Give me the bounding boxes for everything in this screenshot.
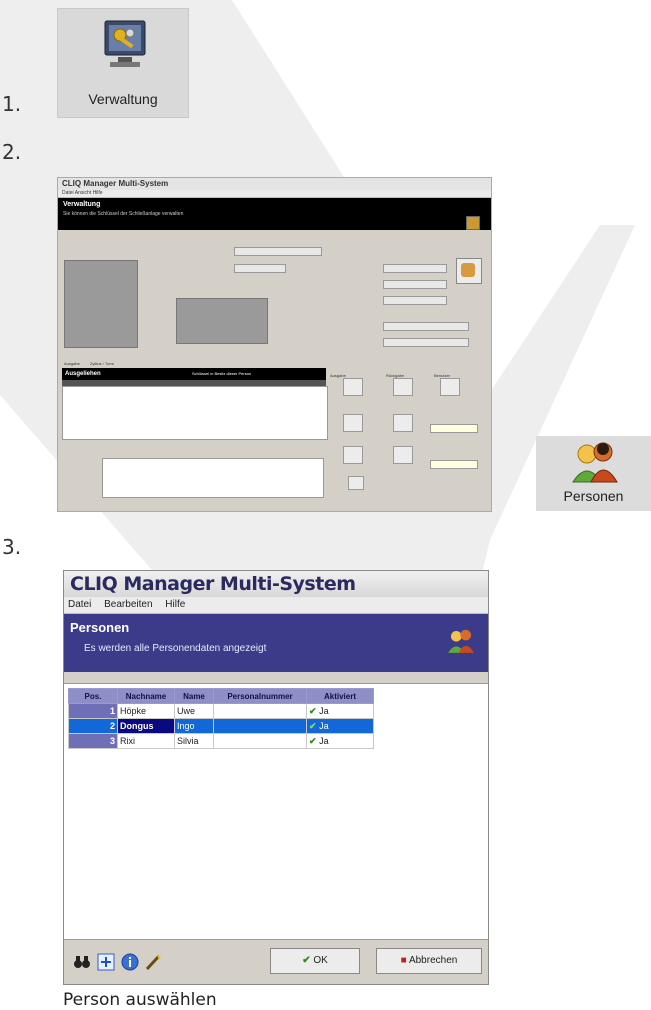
- keys-list[interactable]: [62, 386, 328, 440]
- personal-number-field[interactable]: [234, 264, 286, 273]
- window-title: CLIQ Manager Multi-System: [64, 571, 488, 597]
- cell-aktiviert: ✔ Ja: [306, 703, 374, 719]
- tab-zyklus[interactable]: Zyklus / Turm: [90, 361, 114, 366]
- info-icon[interactable]: [120, 952, 140, 972]
- column-aktiviert[interactable]: Aktiviert: [306, 688, 374, 704]
- menu-bar: Datei Bearbeiten Hilfe: [64, 597, 488, 614]
- cell-nachname: Rixi: [117, 733, 175, 749]
- screenshot-banner-title: Verwaltung: [63, 201, 101, 208]
- cell-name: Silvia: [174, 733, 214, 749]
- cancel-button-label: Abbrechen: [408, 955, 458, 966]
- cell-personalnummer: [213, 718, 307, 734]
- aktiviert-value: Ja: [319, 735, 329, 746]
- return-key-button[interactable]: [393, 378, 413, 396]
- list-title: Ausgeliehen: [65, 371, 101, 377]
- calendar-button-a[interactable]: [343, 414, 363, 432]
- personen-banner: Personen Es werden alle Personendaten an…: [64, 614, 488, 672]
- menu-bearbeiten[interactable]: Bearbeiten: [104, 599, 152, 610]
- step-number-1: 1.: [2, 92, 22, 116]
- banner-subtitle: Es werden alle Personendaten angezeigt: [84, 643, 267, 654]
- cell-pos: 1: [68, 703, 118, 719]
- cell-nachname: Dongus: [117, 718, 175, 734]
- cancel-button[interactable]: ■ Abbrechen: [376, 948, 482, 974]
- personen-tile[interactable]: Personen: [536, 436, 651, 511]
- personen-window: CLIQ Manager Multi-System Datei Bearbeit…: [63, 570, 489, 985]
- cell-personalnummer: [213, 733, 307, 749]
- return-key-button-b[interactable]: [393, 414, 413, 432]
- screenshot-title: CLIQ Manager Multi-System: [58, 178, 491, 190]
- people-icon: [572, 442, 618, 483]
- date-field-b[interactable]: [430, 460, 478, 469]
- note-textarea[interactable]: [102, 458, 324, 498]
- calendar-button-b[interactable]: [343, 446, 363, 464]
- search-key-button[interactable]: [393, 446, 413, 464]
- cell-name: Ingo: [174, 718, 214, 734]
- verwaltung-tile[interactable]: Verwaltung: [57, 8, 189, 118]
- person-field-e[interactable]: [383, 338, 469, 347]
- table-header-row: Pos. Nachname Name Personalnummer Aktivi…: [68, 688, 374, 704]
- table-row[interactable]: 3 Rixi Silvia ✔ Ja: [68, 733, 374, 749]
- screenshot-banner-subtitle: Sie können die Schlüssel der Schließanla…: [63, 211, 184, 217]
- cell-pos: 3: [68, 733, 118, 749]
- people-icon: [448, 629, 474, 653]
- column-personalnummer[interactable]: Personalnummer: [213, 688, 307, 704]
- person-field-c[interactable]: [383, 296, 447, 305]
- add-icon[interactable]: [96, 952, 116, 972]
- step-number-2: 2.: [2, 140, 22, 164]
- binoculars-icon[interactable]: [72, 952, 92, 972]
- cell-name: Uwe: [174, 703, 214, 719]
- personen-label: Personen: [563, 488, 624, 504]
- banner-title: Personen: [70, 620, 130, 635]
- column-pos[interactable]: Pos.: [68, 688, 118, 704]
- issue-key-button[interactable]: [343, 378, 363, 396]
- cancel-icon: ■: [400, 955, 407, 966]
- photo-placeholder: [64, 260, 138, 348]
- list-right-label: Schlüssel in Besitz dieser Person: [192, 371, 252, 376]
- refresh-button[interactable]: [348, 476, 364, 490]
- ok-button[interactable]: ✔ OK: [270, 948, 360, 974]
- menu-hilfe[interactable]: Hilfe: [165, 599, 185, 610]
- cell-aktiviert: ✔ Ja: [306, 718, 374, 734]
- table-row-selected[interactable]: 2 Dongus Ingo ✔ Ja: [68, 718, 374, 734]
- checkmark-icon: ✔: [309, 735, 317, 746]
- wand-icon[interactable]: [144, 952, 164, 972]
- step-number-3: 3.: [2, 535, 22, 559]
- tab-ausgabe[interactable]: Ausgabe: [64, 361, 80, 366]
- person-photo-button[interactable]: [456, 258, 482, 284]
- verwaltung-screenshot: CLIQ Manager Multi-System Datei Ansicht …: [57, 177, 492, 512]
- cell-pos: 2: [68, 718, 118, 734]
- signature-placeholder: [176, 298, 268, 344]
- cell-nachname: Höpke: [117, 703, 175, 719]
- ok-button-label: OK: [313, 955, 328, 966]
- cell-aktiviert: ✔ Ja: [306, 733, 374, 749]
- persons-grid-area[interactable]: Pos. Nachname Name Personalnummer Aktivi…: [64, 683, 488, 942]
- menu-datei[interactable]: Datei: [68, 599, 91, 610]
- person-field-a[interactable]: [383, 264, 447, 273]
- date-field-a[interactable]: [430, 424, 478, 433]
- column-name[interactable]: Name: [174, 688, 214, 704]
- checkmark-icon: ✔: [309, 705, 317, 716]
- person-field-b[interactable]: [383, 280, 447, 289]
- screenshot-banner: Verwaltung Sie können die Schlüssel der …: [58, 198, 491, 230]
- table-row[interactable]: 1 Höpke Uwe ✔ Ja: [68, 703, 374, 719]
- name-field[interactable]: [234, 247, 322, 256]
- person-field-d[interactable]: [383, 322, 469, 331]
- checkmark-icon: ✔: [302, 955, 311, 966]
- persons-table[interactable]: Pos. Nachname Name Personalnummer Aktivi…: [68, 688, 374, 749]
- list-header: Ausgeliehen Schlüssel in Besitz dieser P…: [62, 368, 326, 380]
- aktiviert-value: Ja: [319, 705, 329, 716]
- monitor-keys-icon: [104, 20, 146, 67]
- caption: Person auswählen: [63, 990, 217, 1010]
- banner-keys-icon: [466, 216, 480, 230]
- verwaltung-label: Verwaltung: [88, 91, 158, 107]
- aktiviert-value: Ja: [319, 720, 329, 731]
- bottom-toolbar: ✔ OK ■ Abbrechen: [64, 939, 488, 984]
- checkmark-icon: ✔: [309, 720, 317, 731]
- screenshot-menu: Datei Ansicht Hilfe: [58, 190, 491, 198]
- column-nachname[interactable]: Nachname: [117, 688, 175, 704]
- user-button[interactable]: [440, 378, 460, 396]
- cell-personalnummer: [213, 703, 307, 719]
